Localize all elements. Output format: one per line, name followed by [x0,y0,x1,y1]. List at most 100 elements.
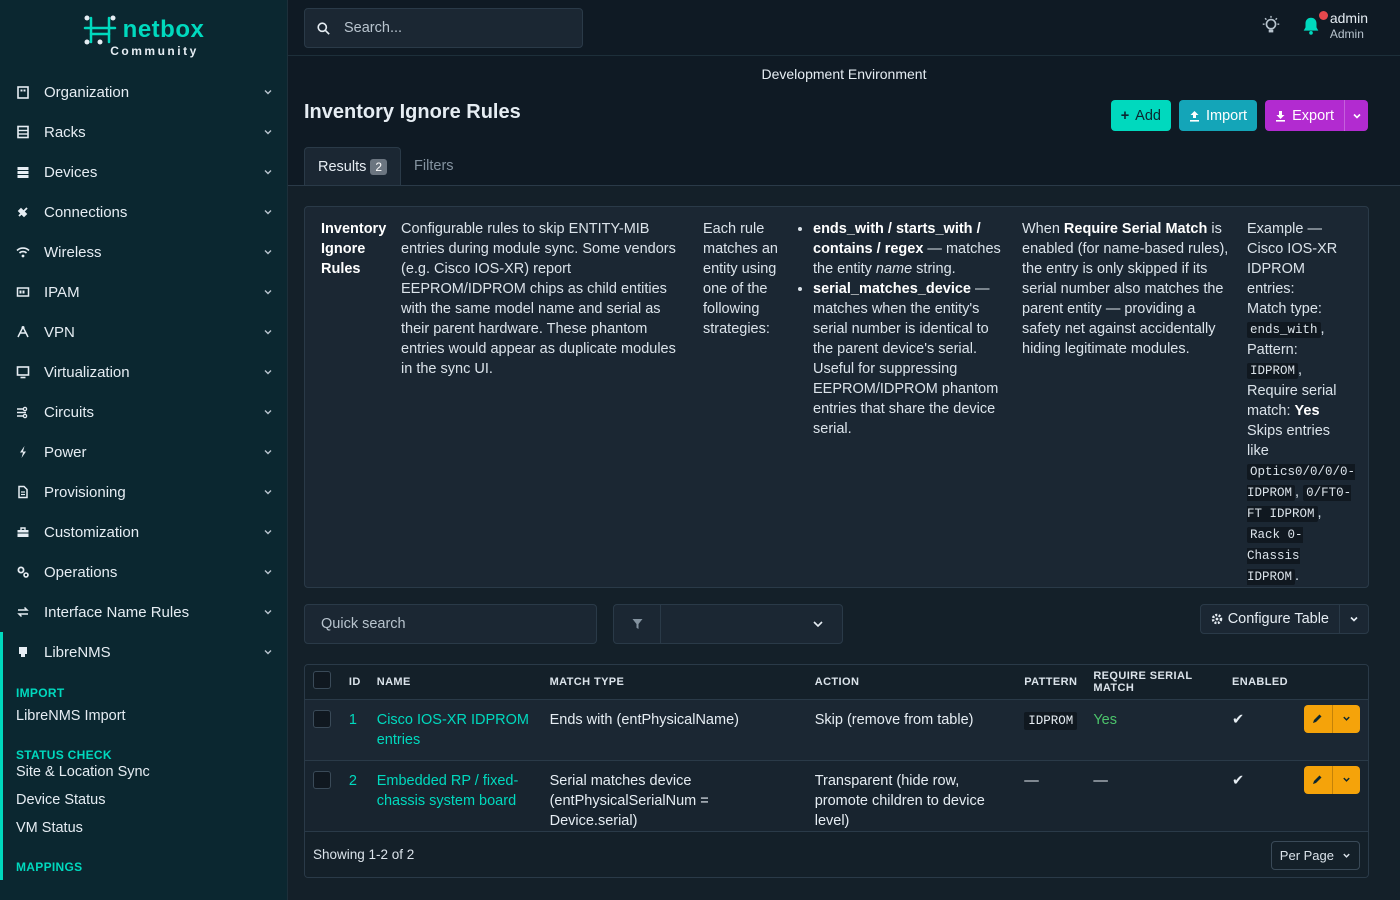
sidebar-item-vpn[interactable]: VPN [0,312,287,352]
environment-banner: Development Environment [761,66,927,82]
sidebar-item-label: Connections [44,203,128,221]
sidebar-item-provisioning[interactable]: Provisioning [0,472,287,512]
strategy-text: string. [912,261,956,277]
brand-name: netbox [122,16,205,43]
row-select-cell [305,698,341,760]
chevron-down-icon [264,450,272,455]
sidebar-item-label: Racks [44,123,86,141]
col-header-require-serial[interactable]: REQUIRE SERIAL MATCH [1085,665,1224,699]
row-checkbox[interactable] [313,770,331,789]
sidebar-item-racks[interactable]: Racks [0,112,287,152]
export-dropdown-toggle[interactable] [1344,100,1368,131]
sidebar-item-label: IPAM [44,283,80,301]
tab-filters[interactable]: Filters [401,147,466,185]
sidebar-item-ipam[interactable]: IPAM [0,272,287,312]
sidebar-link-librenms-import[interactable]: LibreNMS Import [16,702,287,730]
configure-table-button[interactable]: Configure Table [1201,605,1340,633]
sidebar-link-vm-status[interactable]: VM Status [16,814,287,842]
rule-require-serial: Yes [1085,698,1224,760]
tab-results[interactable]: Results 2 [304,147,402,185]
sidebar-item-wireless[interactable]: Wireless [0,232,287,272]
sidebar-item-label: Operations [44,563,118,581]
select-all-cell [305,665,341,699]
table-row: 2 Embedded RP / fixed-chassis system boa… [305,759,1368,841]
sidebar-item-label: Wireless [44,243,102,261]
import-button[interactable]: Import [1178,100,1258,131]
user-menu[interactable]: admin Admin [1330,10,1368,42]
col-header-pattern[interactable]: PATTERN [1016,665,1086,699]
row-actions-cell [1296,698,1368,760]
row-actions-dropdown[interactable] [1333,705,1361,733]
configure-table-label: Configure Table [1227,611,1329,627]
rule-pattern-cell: IDPROM [1016,698,1086,760]
info-strategy-item: serial_matches_device — matches when the… [813,279,1007,439]
col-header-id[interactable]: ID [340,665,369,699]
toolbox-icon [16,525,30,539]
chevron-down-icon [264,210,272,215]
chevron-down-icon [264,650,272,655]
rule-name-link[interactable]: Embedded RP / fixed-chassis system board [368,759,542,841]
sidebar-item-customization[interactable]: Customization [0,512,287,552]
netbox-logo-icon [83,15,116,45]
gear-icon [1211,613,1222,625]
submenu-heading-mappings: MAPPINGS [16,860,83,874]
row-checkbox[interactable] [313,709,331,728]
configure-table-dropdown[interactable] [1340,605,1368,633]
chevron-down-icon [264,90,272,95]
sidebar: netbox Community Organization Racks Device… [0,0,288,900]
plus-icon: + [1120,107,1130,124]
col-header-enabled[interactable]: ENABLED [1224,665,1296,699]
chevron-down-icon [264,610,272,615]
add-button-label: Add [1135,107,1161,124]
strategy-name-serial: serial_matches_device [813,281,971,297]
note-text: is enabled (for name-based rules), the e… [1022,221,1229,357]
sidebar-item-circuits[interactable]: Circuits [0,392,287,432]
sidebar-item-operations[interactable]: Operations [0,552,287,592]
sidebar-item-interface-name-rules[interactable]: Interface Name Rules [0,592,287,632]
sidebar-item-power[interactable]: Power [0,432,287,472]
info-strategies-intro: Each rule matches an entity using one of… [703,221,778,337]
chevron-down-icon [264,490,272,495]
sidebar-item-organization[interactable]: Organization [0,72,287,112]
global-search[interactable] [304,8,583,48]
saved-filter-select[interactable] [660,604,843,644]
edit-button[interactable] [1304,704,1333,733]
rule-id[interactable]: 1 [340,698,369,760]
per-page-label: Per Page [1279,848,1334,863]
export-button[interactable]: Export [1265,100,1368,131]
select-all-checkbox[interactable] [313,671,331,690]
sidebar-item-virtualization[interactable]: Virtualization [0,352,287,392]
filter-button[interactable] [613,604,661,644]
chevron-down-icon [1352,113,1361,119]
quick-search-input[interactable] [304,604,597,644]
rule-id[interactable]: 2 [340,759,369,841]
sidebar-item-connections[interactable]: Connections [0,192,287,232]
example-label: Skips entries like [1247,423,1331,459]
brand-logo[interactable]: netbox Community [0,0,287,72]
wifi-icon [16,245,30,259]
col-header-name[interactable]: NAME [368,665,542,699]
example-code: Rack 0-Chassis IDPROM [1247,527,1303,585]
chevron-down-icon [1350,616,1358,622]
notifications-bell[interactable] [1300,11,1328,37]
sidebar-item-devices[interactable]: Devices [0,152,287,192]
sidebar-item-label: VPN [44,323,75,341]
edit-button[interactable] [1304,765,1333,794]
sidebar-link-device-status[interactable]: Device Status [16,786,287,814]
global-search-input[interactable] [344,20,564,36]
swap-icon [16,605,30,619]
lightbulb-icon[interactable] [1260,15,1282,37]
col-header-match-type[interactable]: MATCH TYPE [541,665,807,699]
rule-name-link[interactable]: Cisco IOS-XR IDPROM entries [368,698,542,760]
sidebar-item-label: Circuits [44,403,95,421]
add-button[interactable]: + Add [1110,100,1171,131]
sidebar-link-site-location-sync[interactable]: Site & Location Sync [16,758,287,786]
row-select-cell [305,759,341,841]
table-header-row: ID NAME MATCH TYPE ACTION PATTERN REQUIR… [305,665,1368,699]
col-header-action[interactable]: ACTION [806,665,1017,699]
row-actions-dropdown[interactable] [1333,766,1361,794]
example-code: ends_with [1247,322,1321,338]
sidebar-item-librenms[interactable]: LibreNMS [0,632,287,672]
chevron-down-icon [1343,853,1350,858]
per-page-dropdown[interactable]: Per Page [1270,841,1360,870]
